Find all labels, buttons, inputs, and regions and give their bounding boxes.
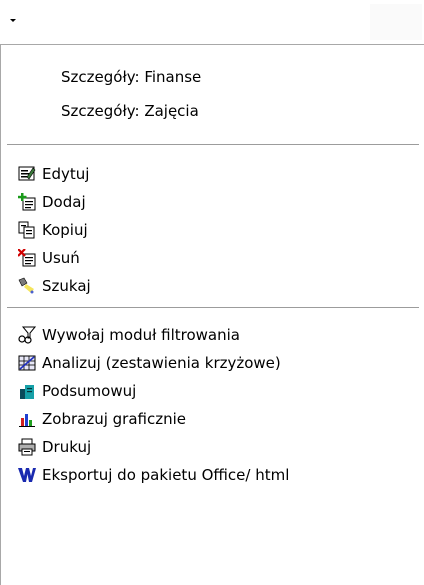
- menu-item-copy[interactable]: Kopiuj: [1, 216, 424, 244]
- menu-item-summarize[interactable]: Podsumowuj: [1, 377, 424, 405]
- word-export-icon: [18, 468, 36, 482]
- menu-separator: [7, 307, 419, 309]
- menu-item-label: Szukaj: [42, 277, 91, 295]
- menu-item-edit[interactable]: Edytuj: [1, 160, 424, 188]
- filter-funnel-icon: [18, 326, 36, 344]
- summary-icon: [20, 385, 34, 399]
- menu-item-label: Wywołaj moduł filtrowania: [42, 326, 240, 344]
- menu-item-filter-module[interactable]: Wywołaj moduł filtrowania: [1, 321, 424, 349]
- add-record-icon: [18, 193, 36, 211]
- menu-item-search[interactable]: Szukaj: [1, 272, 424, 300]
- menu-item-add[interactable]: Dodaj: [1, 188, 424, 216]
- menu-separator: [7, 144, 419, 146]
- menu-item-chart[interactable]: Zobrazuj graficznie: [1, 405, 424, 433]
- dropdown-arrow-icon[interactable]: [7, 14, 19, 26]
- menu-item-label: Zobrazuj graficznie: [42, 410, 187, 428]
- menu-item-label: Szczegóły: Zajęcia: [61, 102, 199, 120]
- bar-chart-icon: [19, 414, 35, 427]
- crosstab-analysis-icon: [18, 355, 36, 371]
- menu-item-label: Dodaj: [42, 193, 86, 211]
- menu-item-label: Szczegóły: Finanse: [61, 68, 202, 86]
- edit-record-icon: [18, 166, 36, 181]
- menu-item-details-classes[interactable]: Szczegóły: Zajęcia: [1, 97, 424, 125]
- printer-icon: [18, 438, 36, 456]
- context-menu: Szczegóły: Finanse Szczegóły: Zajęcia Ed…: [0, 44, 424, 585]
- search-flashlight-icon: [18, 277, 34, 294]
- menu-item-label: Podsumowuj: [42, 382, 137, 400]
- menu-item-label: Usuń: [42, 249, 80, 267]
- menu-item-crosstab[interactable]: Analizuj (zestawienia krzyżowe): [1, 349, 424, 377]
- menu-item-label: Analizuj (zestawienia krzyżowe): [42, 354, 281, 372]
- menu-item-label: Kopiuj: [42, 221, 88, 239]
- toolbar-edge: [370, 4, 422, 40]
- delete-record-icon: [18, 249, 36, 267]
- copy-record-icon: [18, 221, 35, 239]
- menu-item-label: Edytuj: [42, 165, 90, 183]
- menu-item-label: Drukuj: [42, 438, 92, 456]
- menu-item-export-office[interactable]: Eksportuj do pakietu Office/ html: [1, 461, 424, 489]
- menu-item-delete[interactable]: Usuń: [1, 244, 424, 272]
- menu-item-details-finance[interactable]: Szczegóły: Finanse: [1, 63, 424, 91]
- menu-item-print[interactable]: Drukuj: [1, 433, 424, 461]
- menu-trigger-bar: [0, 0, 424, 44]
- menu-item-label: Eksportuj do pakietu Office/ html: [42, 466, 290, 484]
